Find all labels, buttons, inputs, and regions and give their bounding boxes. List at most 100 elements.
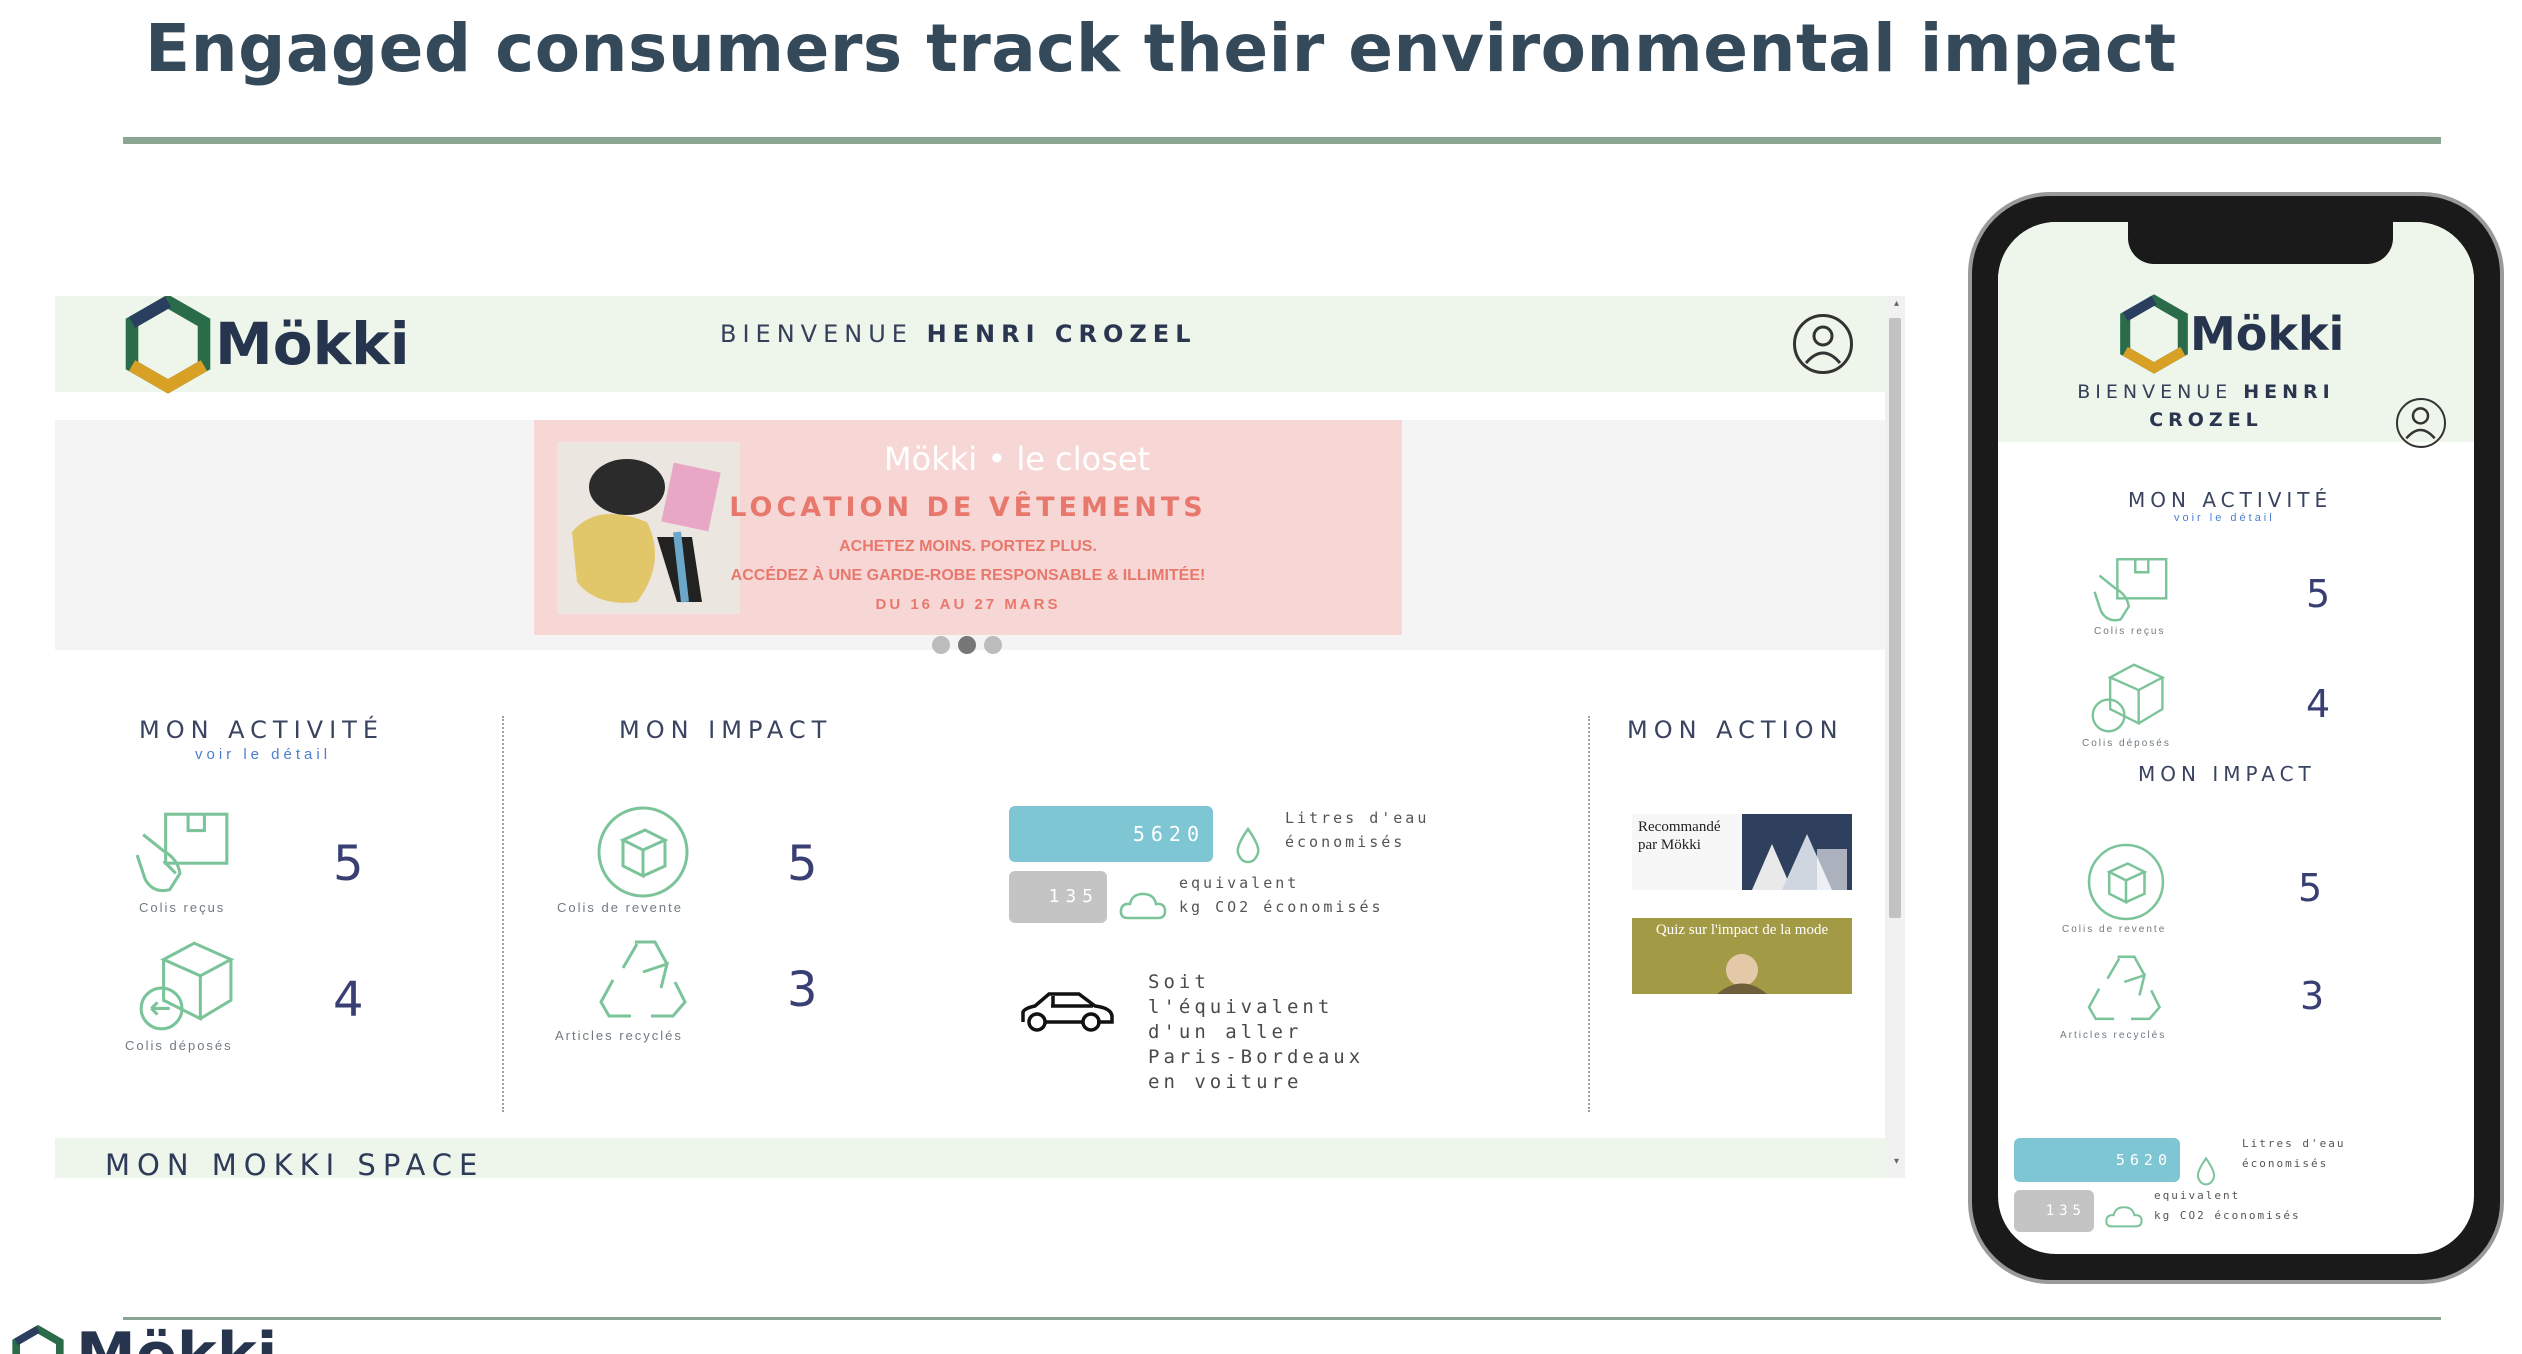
phone-screen: Mökki BIENVENUE HENRI CROZEL MON ACTIVIT… (1998, 222, 2474, 1254)
parcel-received-icon (2090, 556, 2174, 626)
activity-detail-link[interactable]: voir le détail (195, 746, 331, 763)
phone-welcome-message: BIENVENUE HENRI CROZEL (2046, 378, 2366, 434)
water-drop-icon (1232, 826, 1264, 864)
received-caption: Colis reçus (139, 900, 226, 915)
water-label-line-1: Litres d'eau (1285, 809, 1430, 827)
phone-received-caption: Colis reçus (2094, 626, 2166, 637)
water-saved-bar: 5620 (1009, 806, 1213, 862)
recycled-count: 3 (787, 962, 818, 1018)
deposited-caption: Colis déposés (125, 1038, 233, 1053)
user-account-icon[interactable] (2396, 398, 2446, 448)
co2-label-line-1: equivalent (1179, 874, 1300, 892)
activity-section-title: MON ACTIVITÉ (139, 716, 384, 744)
car-icon (1017, 986, 1117, 1036)
parcel-deposited-icon (133, 936, 235, 1036)
hexagon-logo-icon (125, 296, 211, 394)
logo-text: Mökki (2190, 307, 2345, 361)
user-account-icon[interactable] (1793, 314, 1853, 374)
welcome-prefix: BIENVENUE (2077, 381, 2233, 403)
footer-logo-text: Mökki (76, 1325, 277, 1354)
carousel-dots (932, 636, 1002, 654)
hexagon-logo-icon (12, 1325, 64, 1354)
resale-parcel-icon (2084, 840, 2168, 924)
phone-water-label-line-1: Litres d'eau (2242, 1137, 2346, 1150)
deposited-count: 4 (333, 972, 364, 1028)
recycled-caption: Articles recyclés (555, 1028, 683, 1043)
recommended-tile-text: Recommandé par Mökki (1638, 819, 1721, 853)
phone-activity-link[interactable]: voir le détail (2174, 512, 2275, 524)
cloud-icon (1118, 888, 1168, 922)
slide-title: Engaged consumers track their environmen… (145, 10, 2177, 87)
parcel-received-icon (133, 810, 235, 898)
banner-title: LOCATION DE VÊTEMENTS (729, 492, 1207, 523)
quiz-tile[interactable]: Quiz sur l'impact de la mode (1632, 918, 1852, 994)
promo-banner[interactable]: Mökki • le closet LOCATION DE VÊTEMENTS … (534, 420, 1402, 635)
water-label: Litres d'eau économisés (1285, 806, 1429, 854)
phone-resale-caption: Colis de revente (2062, 924, 2167, 935)
recycle-icon (2084, 948, 2168, 1026)
banner-line-3: DU 16 AU 27 MARS (875, 596, 1061, 613)
banner-product-photo (557, 442, 740, 614)
section-divider (1588, 716, 1590, 1112)
phone-co2-label-line-1: equivalent (2154, 1189, 2241, 1202)
mokki-logo[interactable]: Mökki (123, 296, 410, 394)
welcome-username-last: CROZEL (2149, 409, 2263, 431)
water-label-line-2: économisés (1285, 833, 1406, 851)
resale-parcel-icon (593, 802, 693, 902)
banner-brand-line: Mökki • le closet (884, 440, 1151, 478)
parcel-deposited-icon (2084, 660, 2168, 736)
scroll-down-icon[interactable]: ▾ (1894, 1156, 1899, 1167)
welcome-message: BIENVENUE HENRI CROZEL (720, 320, 1197, 348)
car-equivalent-text: Soit l'équivalent d'un aller Paris-Borde… (1148, 971, 1365, 1093)
footer-mokki-logo: Mökki (10, 1325, 277, 1354)
phone-recycled-count: 3 (2300, 974, 2325, 1018)
quiz-tile-text: Quiz sur l'impact de la mode (1655, 922, 1829, 938)
logo-text: Mökki (215, 310, 410, 378)
welcome-prefix: BIENVENUE (720, 320, 913, 348)
phone-co2-label-line-2: kg CO2 économisés (2154, 1209, 2301, 1222)
desktop-browser-mockup: Mökki BIENVENUE HENRI CROZEL Mökki • le … (55, 296, 1905, 1178)
scrollbar-thumb[interactable] (1889, 318, 1901, 918)
banner-line-2: ACCÉDEZ À UNE GARDE-ROBE RESPONSABLE & I… (730, 567, 1206, 584)
impact-section-title: MON IMPACT (619, 716, 833, 744)
received-count: 5 (333, 836, 364, 892)
phone-deposited-count: 4 (2306, 682, 2331, 726)
phone-impact-title: MON IMPACT (2138, 762, 2316, 786)
phone-activity-title: MON ACTIVITÉ (2128, 488, 2333, 512)
scrollbar[interactable]: ▴ ▾ (1885, 296, 1905, 1178)
phone-mockup: Mökki BIENVENUE HENRI CROZEL MON ACTIVIT… (1968, 192, 2504, 1284)
carousel-dot-active[interactable] (958, 636, 976, 654)
section-divider (502, 716, 504, 1112)
scroll-up-icon[interactable]: ▴ (1894, 298, 1899, 309)
mokki-space-title: MON MOKKI SPACE (105, 1148, 485, 1178)
resale-count: 5 (787, 836, 818, 892)
recommended-tile[interactable]: Recommandé par Mökki (1632, 814, 1852, 890)
resale-caption: Colis de revente (557, 900, 683, 915)
hexagon-logo-icon (2120, 294, 2188, 374)
welcome-username-first: HENRI (2243, 381, 2335, 403)
co2-saved-bar: 135 (1009, 871, 1107, 923)
co2-label: equivalent kg CO2 économisés (1179, 871, 1384, 919)
phone-co2-label: equivalent kg CO2 économisés (2154, 1186, 2301, 1226)
phone-co2-bar: 135 (2014, 1190, 2094, 1232)
phone-water-label: Litres d'eau économisés (2242, 1134, 2345, 1174)
title-divider (123, 137, 2441, 144)
footer-divider (123, 1317, 2441, 1320)
phone-water-label-line-2: économisés (2242, 1157, 2329, 1170)
phone-deposited-caption: Colis déposés (2082, 738, 2171, 749)
phone-recycled-caption: Articles recyclés (2060, 1030, 2167, 1041)
phone-received-count: 5 (2306, 572, 2331, 616)
recycle-icon (595, 932, 695, 1024)
welcome-username: HENRI CROZEL (926, 320, 1197, 348)
water-drop-icon (2194, 1156, 2218, 1186)
phone-resale-count: 5 (2298, 866, 2323, 910)
phone-mokki-logo[interactable]: Mökki (2118, 294, 2344, 374)
phone-water-bar: 5620 (2014, 1138, 2180, 1182)
co2-label-line-2: kg CO2 économisés (1179, 898, 1384, 916)
cloud-icon (2104, 1202, 2144, 1230)
carousel-dot[interactable] (984, 636, 1002, 654)
banner-line-1: ACHETEZ MOINS. PORTEZ PLUS. (839, 538, 1097, 555)
action-section-title: MON ACTION (1627, 716, 1844, 744)
phone-notch (2128, 222, 2393, 264)
carousel-dot[interactable] (932, 636, 950, 654)
